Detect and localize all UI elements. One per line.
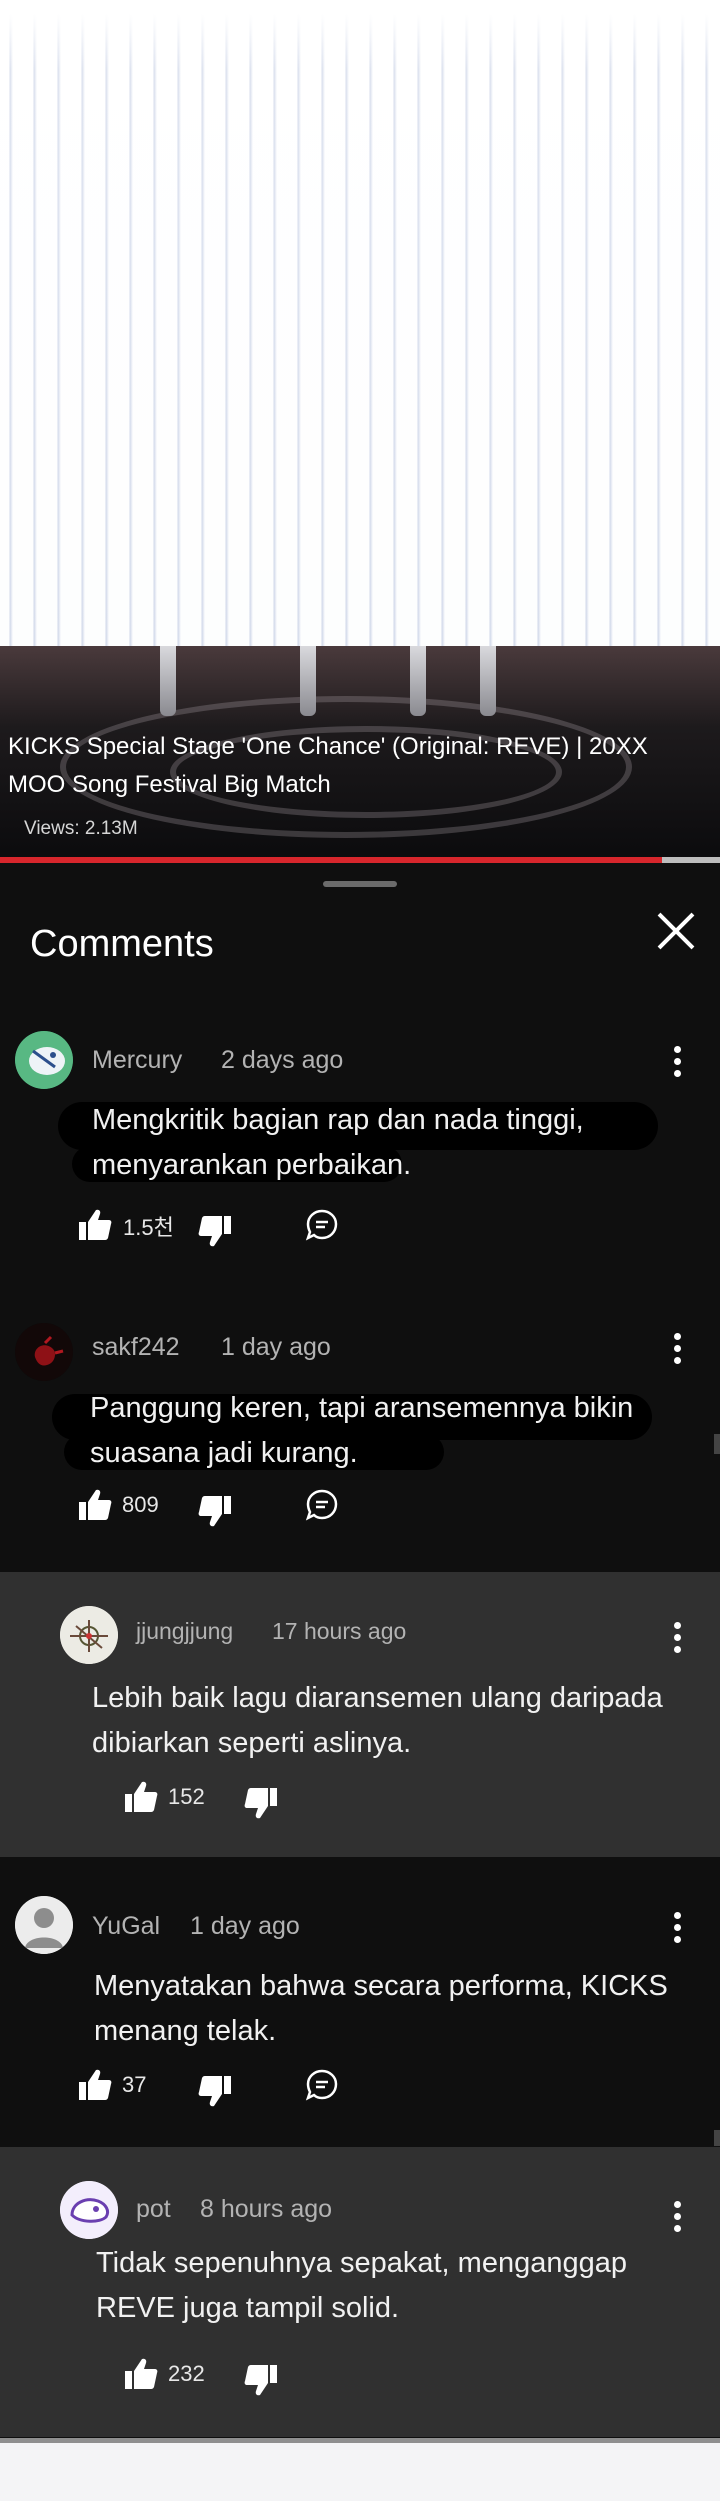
- avatar[interactable]: [15, 1896, 73, 1954]
- like-button[interactable]: [124, 1780, 158, 1820]
- comment-time: 1 day ago: [221, 1333, 331, 1361]
- comment-item: sakf242 1 day ago Panggung keren, tapi a…: [0, 1310, 720, 1570]
- dislike-button[interactable]: [198, 1214, 232, 1254]
- close-icon[interactable]: [650, 905, 702, 957]
- video-player[interactable]: KICKS Special Stage 'One Chance' (Origin…: [0, 0, 720, 863]
- video-frame-top: [0, 0, 720, 646]
- dislike-button[interactable]: [244, 2363, 278, 2403]
- sheet-bottom-divider: [0, 2438, 720, 2443]
- comments-title: Comments: [30, 923, 214, 965]
- like-count: 152: [168, 1784, 205, 1809]
- reply-item: pot 8 hours ago Tidak sepenuhnya sepakat…: [0, 2147, 720, 2437]
- like-count: 1.5천: [123, 1215, 174, 1240]
- avatar[interactable]: [60, 2181, 118, 2239]
- avatar[interactable]: [15, 1323, 73, 1381]
- scrollbar-thumb[interactable]: [714, 2130, 720, 2146]
- comment-author[interactable]: YuGal: [92, 1912, 160, 1941]
- dislike-button[interactable]: [198, 2074, 232, 2114]
- comment-text: Tidak sepenuhnya sepakat, menganggap REV…: [96, 2247, 627, 2324]
- comment-text: Menyatakan bahwa secara performa, KICKS …: [94, 1970, 668, 2047]
- reply-icon[interactable]: [305, 2068, 339, 2108]
- avatar[interactable]: [15, 1031, 73, 1089]
- reply-icon[interactable]: [305, 1208, 339, 1248]
- reply-icon[interactable]: [305, 1488, 339, 1528]
- like-count: 809: [122, 1492, 159, 1517]
- comment-author[interactable]: pot: [136, 2195, 171, 2224]
- comment-author[interactable]: Mercury: [92, 1046, 182, 1075]
- more-options-icon[interactable]: [673, 1912, 681, 1944]
- more-options-icon[interactable]: [673, 1333, 681, 1365]
- like-button[interactable]: [78, 2068, 112, 2108]
- like-count: 232: [168, 2361, 205, 2386]
- comment-time: 2 days ago: [221, 1046, 344, 1074]
- like-button[interactable]: [78, 1208, 112, 1248]
- comment-time: 1 day ago: [190, 1912, 300, 1940]
- drag-handle[interactable]: [323, 881, 397, 887]
- comment-text: Mengkritik bagian rap dan nada tinggi, m…: [92, 1104, 584, 1181]
- comment-author[interactable]: jjungjjung: [136, 1618, 233, 1645]
- video-title: KICKS Special Stage 'One Chance' (Origin…: [8, 733, 648, 798]
- comment-item: YuGal 1 day ago Menyatakan bahwa secara …: [0, 1860, 720, 2146]
- reply-item: jjungjjung 17 hours ago Lebih baik lagu …: [0, 1572, 720, 1857]
- more-options-icon[interactable]: [673, 2201, 681, 2233]
- avatar[interactable]: [60, 1606, 118, 1664]
- like-button[interactable]: [124, 2357, 158, 2397]
- dislike-button[interactable]: [244, 1786, 278, 1826]
- comment-text: Lebih baik lagu diaransemen ulang daripa…: [92, 1682, 663, 1759]
- comment-time: 17 hours ago: [272, 1618, 407, 1644]
- comment-text: Panggung keren, tapi aransemennya bikin …: [90, 1392, 634, 1469]
- scrollbar-thumb[interactable]: [714, 1434, 720, 1454]
- more-options-icon[interactable]: [673, 1622, 681, 1654]
- comment-item: Mercury 2 days ago Mengkritik bagian rap…: [0, 1018, 720, 1248]
- view-count: Views: 2.13M: [24, 818, 138, 839]
- dislike-button[interactable]: [198, 1494, 232, 1534]
- like-button[interactable]: [78, 1488, 112, 1528]
- more-options-icon[interactable]: [673, 1046, 681, 1078]
- comment-author[interactable]: sakf242: [92, 1333, 180, 1362]
- like-count: 37: [122, 2072, 147, 2097]
- comment-time: 8 hours ago: [200, 2195, 333, 2223]
